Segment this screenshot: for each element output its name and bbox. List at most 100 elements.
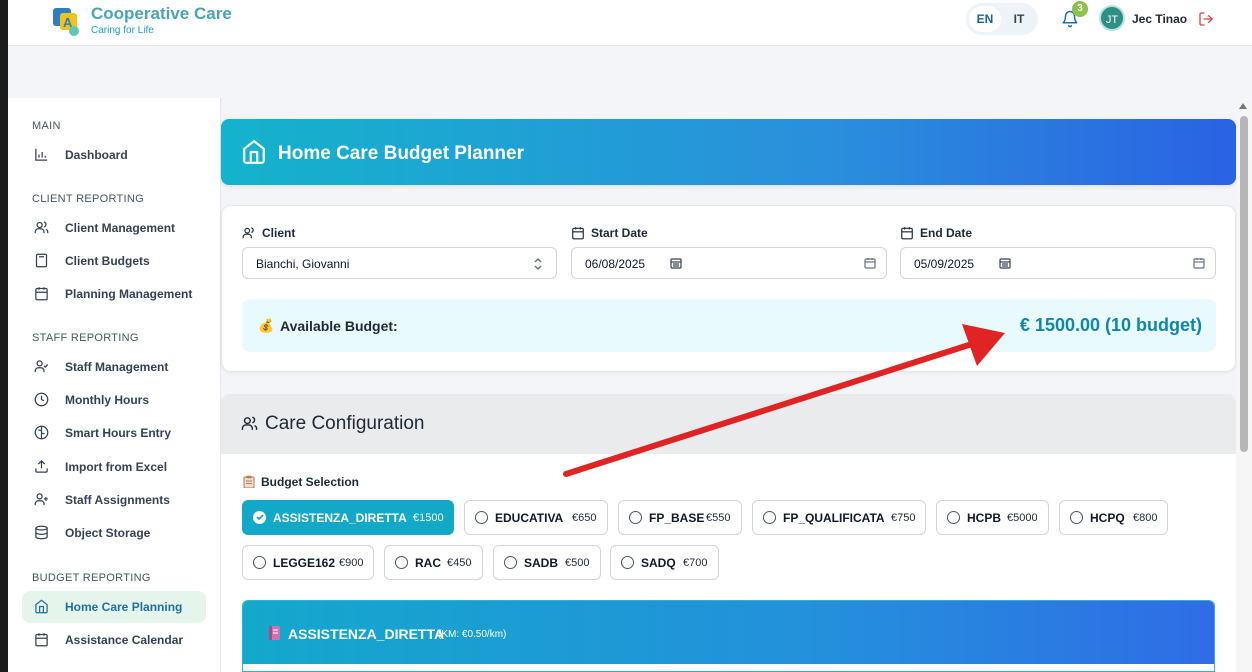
available-budget-label: Available Budget: [280,318,398,334]
sidebar-item-monthly-hours[interactable]: Monthly Hours [22,384,206,416]
sidebar: MAIN Dashboard CLIENT REPORTING Client M… [8,98,221,672]
sidebar-item-object-storage[interactable]: Object Storage [22,517,206,549]
app-title: Cooperative Care [91,4,232,23]
users-icon [242,227,254,239]
budget-option-sadb[interactable]: SADB €500 [493,545,601,580]
app-subtitle: Caring for Life [91,25,154,36]
sidebar-item-label: Assistance Calendar [65,633,184,647]
money-bag-icon: 💰 [258,318,275,333]
clock-icon [34,392,49,407]
sidebar-item-planning-management[interactable]: Planning Management [22,278,206,310]
section-client-reporting: CLIENT REPORTING [32,193,144,205]
sidebar-item-label: Planning Management [65,287,193,301]
service-km-rate: (KM: €0.50/km) [438,629,507,640]
sidebar-item-label: Import from Excel [65,460,168,474]
notebook-icon [269,626,280,640]
users-icon [34,221,49,234]
upload-icon [35,459,48,473]
service-panel-header: ASSISTENZA_DIRETTA (KM: €0.50/km) [243,601,1214,664]
radio-unselected [763,511,776,524]
sidebar-item-staff-management[interactable]: Staff Management [22,351,206,383]
budget-option-hcpq[interactable]: HCPQ €800 [1059,500,1168,535]
sidebar-item-home-care-planning[interactable]: Home Care Planning [22,591,206,623]
available-budget-bar: 💰 Available Budget: € 1500.00 (10 budget… [242,299,1216,352]
page-banner: Home Care Budget Planner [221,119,1236,185]
start-date-input[interactable]: 06/08/2025 [571,247,887,279]
calendar-picker-icon[interactable] [670,257,682,269]
end-date-input[interactable]: 05/09/2025 [900,247,1216,279]
budget-option-fp-qualificata[interactable]: FP_QUALIFICATA €750 [752,500,926,535]
top-header: A Cooperative Care Caring for Life EN IT… [8,0,1252,46]
calendar-icon [901,227,913,240]
budget-option-hcpb[interactable]: HCPB €5000 [936,500,1049,535]
radio-unselected [621,556,634,569]
sidebar-item-dashboard[interactable]: Dashboard [22,139,206,171]
home-icon [35,599,48,614]
calendar-picker-icon[interactable] [999,257,1011,269]
calendar-icon [572,227,584,240]
sidebar-item-label: Staff Assignments [65,493,170,507]
sidebar-item-label: Object Storage [65,526,151,540]
filter-card: Client Bianchi, Giovanni Start Date 06/0… [221,205,1236,372]
sidebar-item-label: Smart Hours Entry [65,426,172,440]
service-panel: ASSISTENZA_DIRETTA (KM: €0.50/km) [242,600,1215,672]
sidebar-item-label: Client Management [65,221,176,235]
clipboard-icon [243,475,255,488]
calendar-icon[interactable] [1193,257,1205,269]
lang-en-button[interactable]: EN [969,6,1001,32]
service-title: ASSISTENZA_DIRETTA [288,626,445,642]
budget-option-rac[interactable]: RAC €450 [384,545,483,580]
client-select[interactable]: Bianchi, Giovanni [242,247,557,279]
users-icon [241,416,258,430]
sidebar-item-label: Home Care Planning [65,600,183,614]
sidebar-item-label: Dashboard [65,148,128,162]
notification-badge: 3 [1072,1,1088,17]
user-name[interactable]: Jec Tinao [1132,12,1187,26]
sidebar-item-assistance-calendar[interactable]: Assistance Calendar [22,624,206,656]
sidebar-item-staff-assignments[interactable]: Staff Assignments [22,484,206,516]
user-plus-icon [34,493,48,506]
user-check-icon [34,360,49,373]
available-budget-amount: € 1500.00 (10 budget) [1019,315,1202,335]
radio-unselected [504,556,517,569]
sidebar-item-import-from-excel[interactable]: Import from Excel [22,451,206,483]
sidebar-item-label: Client Budgets [65,254,150,268]
page-title: Home Care Budget Planner [278,143,524,164]
radio-unselected [1070,511,1083,524]
brain-icon [34,425,49,440]
budget-option-fp-base[interactable]: FP_BASE €550 [618,500,742,535]
care-configuration-header: Care Configuration [221,394,1236,454]
lang-it-button[interactable]: IT [1003,6,1035,32]
radio-unselected [475,511,488,524]
chart-icon [35,148,48,161]
section-staff-reporting: STAFF REPORTING [32,332,139,344]
radio-unselected [395,556,408,569]
scrollbar-thumb[interactable] [1240,116,1248,452]
budget-option-assistenza-diretta[interactable]: ASSISTENZA_DIRETTA €1500 [242,500,454,535]
calendar-icon[interactable] [864,257,876,269]
sidebar-item-label: Staff Management [65,360,169,374]
check-icon [256,514,264,521]
calendar-icon [35,287,48,301]
home-icon [243,140,265,164]
section-budget-reporting: BUDGET REPORTING [32,572,151,584]
sidebar-item-client-budgets[interactable]: Client Budgets [22,245,206,277]
window-edge [0,0,8,672]
database-icon [35,525,48,540]
calculator-icon [35,253,48,268]
radio-unselected [947,511,960,524]
sidebar-item-label: Monthly Hours [65,393,149,407]
budget-option-legge162[interactable]: LEGGE162 €900 [242,545,374,580]
budget-option-educativa[interactable]: EDUCATIVA €650 [464,500,608,535]
sidebar-item-client-management[interactable]: Client Management [22,212,206,244]
sidebar-item-smart-hours-entry[interactable]: Smart Hours Entry [22,417,206,449]
section-title: Care Configuration [265,413,425,434]
budget-option-sadq[interactable]: SADQ €700 [610,545,719,580]
logout-icon[interactable] [1198,11,1214,27]
avatar[interactable]: JT [1099,5,1125,31]
calendar-icon [35,633,48,647]
radio-unselected [253,556,266,569]
language-switch: EN IT [966,3,1038,35]
scroll-up-arrow-icon[interactable] [1239,103,1247,109]
logo-icon: A [53,8,79,36]
